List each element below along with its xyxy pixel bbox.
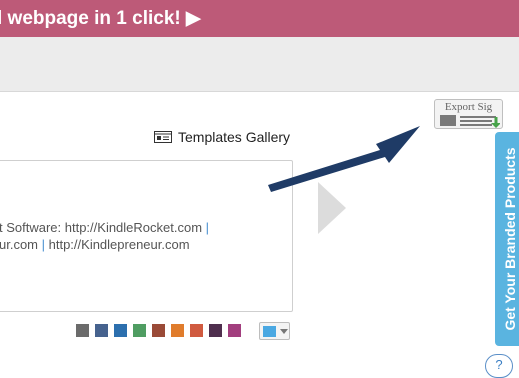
next-arrow-icon[interactable]	[318, 182, 346, 234]
signature-separator: |	[38, 237, 49, 252]
toolbar-area	[0, 37, 519, 92]
signature-editor[interactable]: t Software: http://KindleRocket.com | ur…	[0, 160, 293, 312]
signature-line-1: t Software: http://KindleRocket.com |	[0, 220, 209, 235]
promo-banner[interactable]: l webpage in 1 click! ▶	[0, 0, 519, 37]
color-swatch[interactable]	[228, 324, 241, 337]
color-swatch[interactable]	[114, 324, 127, 337]
signature-line-2-a: ur.com	[0, 237, 39, 252]
gallery-icon	[154, 131, 172, 143]
promo-banner-text[interactable]: l webpage in 1 click! ▶	[0, 0, 201, 37]
export-signature-icon	[440, 115, 500, 128]
color-swatch[interactable]	[76, 324, 89, 337]
color-swatch[interactable]	[133, 324, 146, 337]
signature-line-2-b: http://Kindlepreneur.com	[48, 237, 190, 252]
chevron-down-icon	[280, 329, 288, 334]
signature-separator: |	[202, 220, 210, 235]
color-swatches	[76, 324, 241, 337]
templates-gallery-link[interactable]: Templates Gallery	[154, 129, 290, 145]
signature-line-2: ur.com | http://Kindlepreneur.com	[0, 237, 190, 252]
export-signature-button[interactable]: Export Sig	[434, 99, 503, 129]
templates-gallery-label[interactable]: Templates Gallery	[178, 129, 290, 145]
color-swatch[interactable]	[95, 324, 108, 337]
color-swatch[interactable]	[171, 324, 184, 337]
current-color-swatch	[263, 326, 276, 337]
signature-line-1-text: t Software: http://KindleRocket.com	[0, 220, 203, 235]
help-icon: ?	[495, 357, 503, 372]
color-swatch[interactable]	[190, 324, 203, 337]
branded-products-tab[interactable]: Get Your Branded Products	[495, 132, 519, 346]
color-picker-dropdown[interactable]	[259, 322, 290, 340]
color-swatch[interactable]	[209, 324, 222, 337]
help-button[interactable]: ?	[485, 354, 513, 378]
color-swatch[interactable]	[152, 324, 165, 337]
branded-products-label: Get Your Branded Products	[502, 147, 518, 331]
